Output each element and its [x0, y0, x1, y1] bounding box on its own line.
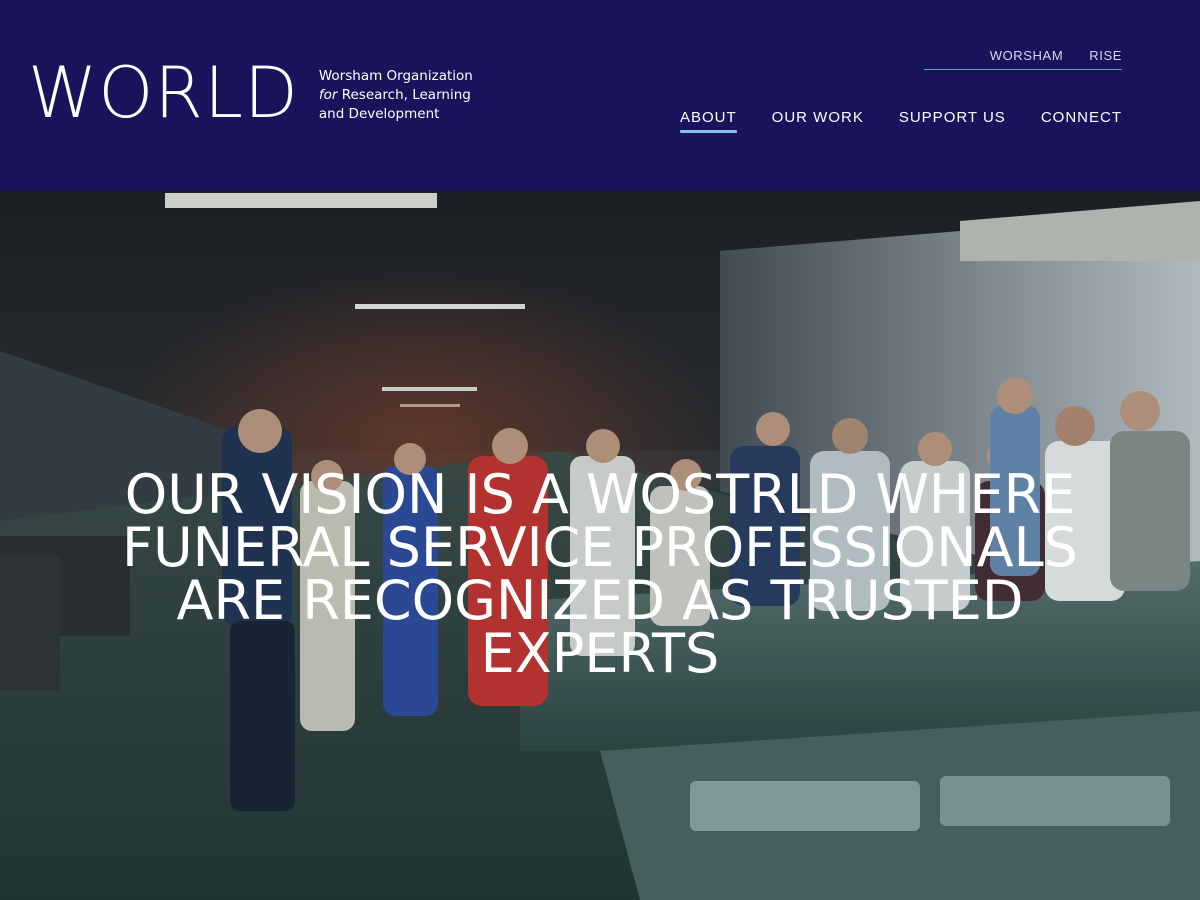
logo-link[interactable]: WORLD Worsham Organization for Research,… — [28, 58, 473, 128]
logo-wordmark: WORLD — [28, 52, 299, 134]
main-nav: ABOUT OUR WORK SUPPORT US CONNECT — [679, 108, 1122, 133]
nav-item-support-us[interactable]: SUPPORT US — [899, 108, 1006, 131]
site-header: WORLD Worsham Organization for Research,… — [0, 0, 1200, 191]
hero-section: OUR VISION IS A WOSTRLD WHERE FUNERAL SE… — [0, 191, 1200, 900]
nav-item-about[interactable]: ABOUT — [679, 108, 737, 133]
tagline-line-2: for Research, Learning — [319, 86, 473, 105]
utility-link-rise[interactable]: RISE — [1089, 47, 1122, 69]
tagline-line-3: and Development — [318, 105, 440, 122]
tagline-line-2-rest: Research, Learning — [337, 86, 471, 103]
nav-item-connect[interactable]: CONNECT — [1041, 108, 1122, 131]
hero-heading: OUR VISION IS A WOSTRLD WHERE FUNERAL SE… — [122, 463, 1078, 685]
logo-tagline: Worsham Organization for Research, Learn… — [319, 67, 473, 124]
utility-nav: WORSHAM RISE — [924, 47, 1122, 70]
utility-link-worsham[interactable]: WORSHAM — [990, 47, 1064, 69]
tagline-line-1: Worsham Organization — [318, 67, 473, 84]
tagline-for: for — [318, 86, 338, 103]
nav-item-our-work[interactable]: OUR WORK — [772, 108, 864, 131]
